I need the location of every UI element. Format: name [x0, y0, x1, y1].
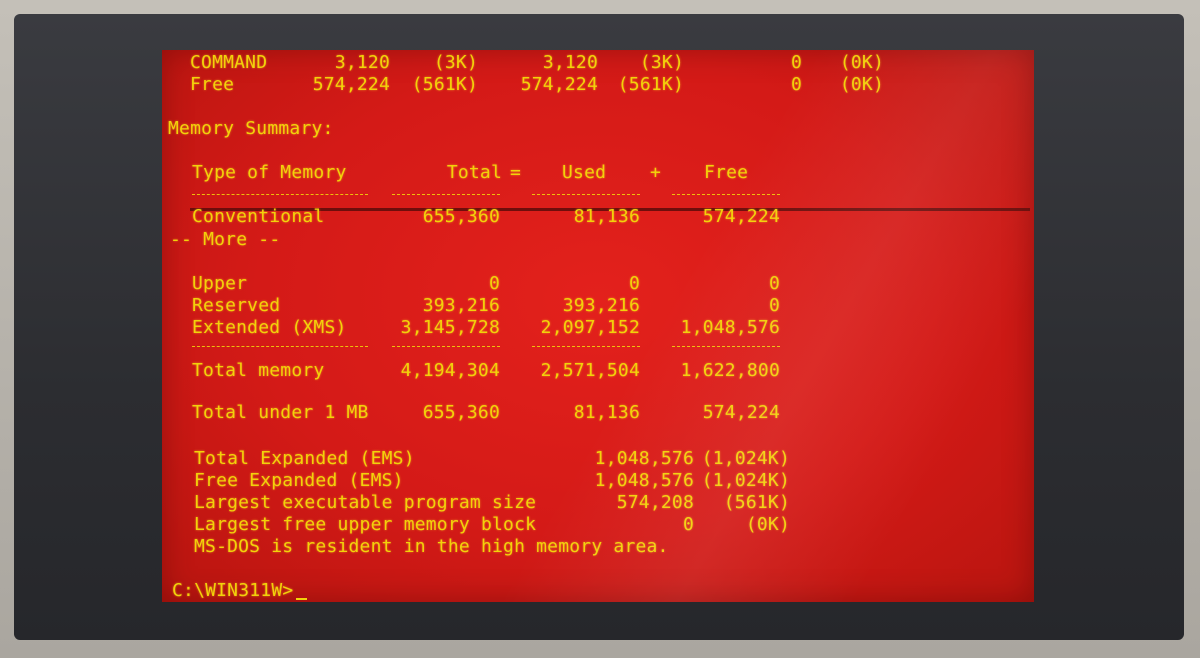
total-memory-used: 2,571,504 — [540, 360, 640, 381]
memory-free: 0 — [768, 273, 780, 294]
row-name: COMMAND — [190, 52, 268, 73]
row-conv-k: (561K) — [617, 74, 684, 95]
command-prompt[interactable]: C:\WIN311W> — [172, 580, 293, 602]
header-divider — [532, 194, 640, 195]
more-prompt: -- More -- — [170, 229, 281, 250]
header-divider — [672, 194, 780, 195]
ems-value-k: (1,024K) — [701, 470, 790, 491]
memory-free: 1,048,576 — [680, 317, 780, 338]
total-under-1mb-used: 81,136 — [573, 402, 640, 423]
totals-divider — [532, 346, 640, 347]
column-header-used: Used — [562, 162, 607, 183]
total-memory-label: Total memory — [192, 360, 325, 381]
row-upper: 0 — [790, 52, 802, 73]
total-memory-total: 4,194,304 — [400, 360, 500, 381]
dos-screen[interactable]: COMMAND 3,120 (3K) 3,120 (3K) 0 (0K) Fre… — [162, 50, 1034, 602]
row-total-k: (3K) — [433, 52, 478, 73]
hma-message: MS-DOS is resident in the high memory ar… — [194, 536, 669, 557]
row-name: Free — [190, 74, 235, 95]
total-under-1mb-label: Total under 1 MB — [192, 402, 369, 423]
column-header-eq: = — [510, 162, 522, 183]
ems-value-k: (561K) — [723, 492, 790, 513]
memory-used: 2,097,152 — [540, 317, 640, 338]
ems-value-k: (1,024K) — [701, 448, 790, 469]
memory-type-label: Extended (XMS) — [192, 317, 347, 338]
total-under-1mb-total: 655,360 — [422, 402, 500, 423]
total-memory-free: 1,622,800 — [680, 360, 780, 381]
column-header-plus: + — [650, 162, 662, 183]
ems-label: Total Expanded (EMS) — [194, 448, 415, 469]
row-conv-k: (3K) — [639, 52, 684, 73]
summary-heading: Memory Summary: — [168, 118, 334, 139]
memory-free: 0 — [768, 295, 780, 316]
memory-type-label: Reserved — [192, 295, 281, 316]
column-header-total: Total — [446, 162, 502, 183]
memory-total: 655,360 — [422, 206, 500, 227]
totals-divider — [192, 346, 368, 347]
ems-value: 1,048,576 — [594, 448, 694, 469]
row-upper-k: (0K) — [839, 52, 884, 73]
memory-used: 0 — [628, 273, 640, 294]
row-total-k: (561K) — [411, 74, 478, 95]
totals-divider — [672, 346, 780, 347]
memory-total: 393,216 — [422, 295, 500, 316]
ems-label: Free Expanded (EMS) — [194, 470, 404, 491]
ems-label: Largest executable program size — [194, 492, 537, 513]
ems-label: Largest free upper memory block — [194, 514, 537, 535]
memory-total: 0 — [488, 273, 500, 294]
memory-total: 3,145,728 — [400, 317, 500, 338]
column-header-free: Free — [704, 162, 749, 183]
ems-value: 1,048,576 — [594, 470, 694, 491]
text-cursor — [296, 598, 307, 600]
memory-type-label: Conventional — [192, 206, 325, 227]
header-divider — [192, 194, 368, 195]
memory-free: 574,224 — [702, 206, 780, 227]
row-conv: 3,120 — [542, 52, 598, 73]
total-under-1mb-free: 574,224 — [702, 402, 780, 423]
row-upper-k: (0K) — [839, 74, 884, 95]
memory-used: 393,216 — [562, 295, 640, 316]
ems-value-k: (0K) — [745, 514, 790, 535]
totals-divider — [392, 346, 500, 347]
memory-used: 81,136 — [573, 206, 640, 227]
row-total: 574,224 — [312, 74, 390, 95]
column-header-type: Type of Memory — [192, 162, 347, 183]
ems-value: 574,208 — [616, 492, 694, 513]
ems-value: 0 — [682, 514, 694, 535]
header-divider — [392, 194, 500, 195]
row-conv: 574,224 — [520, 74, 598, 95]
row-upper: 0 — [790, 74, 802, 95]
row-total: 3,120 — [334, 52, 390, 73]
memory-type-label: Upper — [192, 273, 248, 294]
